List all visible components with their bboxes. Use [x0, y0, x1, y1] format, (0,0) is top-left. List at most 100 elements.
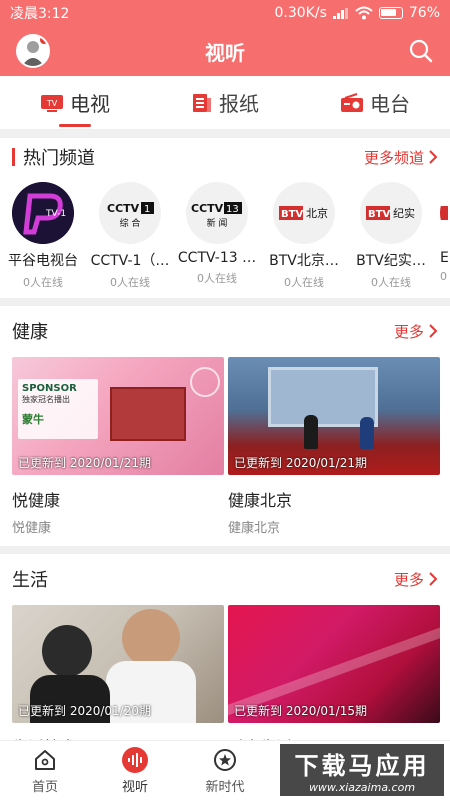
- battery-icon: [378, 7, 403, 19]
- divider: [0, 298, 450, 306]
- tab-tv-label: 电视: [70, 92, 110, 116]
- life-more-link[interactable]: 更多: [394, 569, 438, 590]
- nav-home-label: 首页: [31, 779, 58, 795]
- guest-figure: [360, 417, 374, 449]
- program-card[interactable]: 已更新到 2020/01/21期 健康北京 健康北京: [228, 357, 440, 536]
- tab-newspaper[interactable]: 报纸: [150, 76, 300, 129]
- more-label: 更多: [393, 570, 424, 589]
- btv-beijing-logo-icon: BTV 北京: [279, 206, 328, 220]
- nav-home[interactable]: 首页: [0, 741, 90, 800]
- channel-name: BTV北京…: [269, 253, 339, 269]
- avatar[interactable]: [16, 34, 50, 68]
- watermark-title: 下载马应用: [294, 752, 430, 780]
- program-card[interactable]: 已更新到 2020/01/15期: [228, 605, 440, 723]
- cctv1-logo-icon: CCTV 1 综 合: [107, 202, 154, 229]
- svg-text:TV: TV: [46, 99, 58, 108]
- svg-text:BTV: BTV: [368, 209, 390, 220]
- svg-text:CCTV: CCTV: [191, 202, 224, 215]
- chevron-right-icon: [429, 324, 438, 338]
- update-label: 已更新到 2020/01/21期: [234, 456, 367, 470]
- health-title: 健康: [12, 322, 48, 343]
- channel-name: CCTV-1（…: [90, 253, 170, 269]
- channel-online: 0人在线: [284, 276, 324, 289]
- channel-item[interactable]: BTV 北京 BTV北京… 0人在线: [261, 182, 347, 290]
- watermark: 下载马应用 www.xiazaima.com: [280, 744, 444, 796]
- status-bar: 凌晨3:12 0.30K/s 76%: [0, 0, 450, 26]
- watermark-url: www.xiazaima.com: [308, 781, 416, 794]
- life-header: 生活 更多: [0, 560, 450, 598]
- channel-item[interactable]: BTV 纪实 BTV纪实… 0人在线: [348, 182, 434, 290]
- tab-radio[interactable]: 电台: [300, 76, 450, 129]
- channel-name: CCTV-13 …: [177, 250, 257, 266]
- cctv13-logo-icon: CCTV 13 新 闻: [191, 202, 242, 229]
- channel-name: 平谷电视台: [8, 253, 78, 269]
- star-badge-icon: [214, 748, 236, 771]
- sponsor-subtext: 独家冠名播出: [22, 395, 70, 404]
- more-channels-label: 更多频道: [363, 148, 424, 167]
- channel-online: 0人在线: [371, 276, 411, 289]
- divider: [0, 130, 450, 138]
- program-name: 悦健康: [12, 491, 61, 510]
- status-time: 凌晨3:12: [10, 6, 70, 22]
- nav-new-era[interactable]: 新时代: [180, 741, 270, 800]
- program-thumbnail: 已更新到 2020/01/20期: [12, 605, 224, 723]
- nav-new-era-label: 新时代: [205, 779, 245, 795]
- channel-name: E: [440, 250, 449, 266]
- media-tabs: TV 电视 报纸 电台: [0, 76, 450, 130]
- tab-newspaper-label: 报纸: [219, 92, 259, 116]
- more-channels-link[interactable]: 更多频道: [364, 147, 438, 168]
- svg-text:新 闻: 新 闻: [207, 217, 228, 229]
- nav-media[interactable]: 视听: [90, 741, 180, 800]
- wifi-icon: [355, 6, 373, 20]
- svg-text:CCTV: CCTV: [107, 202, 140, 215]
- ptv-logo-icon: TV-1: [12, 182, 74, 244]
- person-head: [122, 609, 180, 667]
- channel-online: 0: [440, 270, 447, 283]
- home-icon: [35, 749, 55, 770]
- brand-text: 蒙牛: [22, 413, 44, 426]
- channel-logo: BTV 北京: [273, 182, 335, 244]
- channel-item[interactable]: CCTV 13 新 闻 CCTV-13 … 0人在线: [174, 182, 260, 286]
- life-title: 生活: [12, 570, 48, 591]
- program-thumbnail: 已更新到 2020/01/15期: [228, 605, 440, 723]
- tab-radio-label: 电台: [370, 92, 410, 116]
- channel-name: BTV纪实…: [356, 253, 426, 269]
- svg-text:综 合: 综 合: [120, 217, 141, 229]
- channel-logo: CCTV 13 新 闻: [186, 182, 248, 244]
- host-figure: [304, 415, 318, 449]
- program-card[interactable]: SPONSOR 独家冠名播出 蒙牛 已更新到 2020/01/21期 悦健康 悦…: [12, 357, 224, 536]
- program-card[interactable]: 已更新到 2020/01/20期: [12, 605, 224, 723]
- audio-wave-icon: [128, 752, 142, 767]
- hot-channels-header: 热门频道 更多频道: [0, 138, 450, 176]
- svg-text:1: 1: [144, 204, 150, 215]
- program-name: 健康北京: [228, 491, 293, 510]
- bubble-decoration: [190, 367, 220, 397]
- signal-icon: [332, 7, 349, 19]
- person-hair: [42, 625, 92, 677]
- more-label: 更多: [393, 322, 424, 341]
- search-icon[interactable]: [408, 38, 434, 64]
- channel-logo: TV-1: [12, 182, 74, 244]
- battery-level: 76%: [408, 5, 440, 21]
- app-header: 视听: [0, 26, 450, 76]
- channel-item[interactable]: TV-1 平谷电视台 0人在线: [0, 182, 86, 290]
- sponsor-text: SPONSOR: [22, 383, 77, 394]
- channel-item[interactable]: E 0: [440, 182, 450, 283]
- tab-tv[interactable]: TV 电视: [0, 76, 150, 129]
- channel-online: 0人在线: [197, 272, 237, 285]
- svg-text:北京: 北京: [306, 206, 328, 220]
- channel-logo: CCTV 1 综 合: [99, 182, 161, 244]
- channel-online: 0人在线: [110, 276, 150, 289]
- btv-documentary-logo-icon: BTV 纪实: [366, 206, 415, 220]
- svg-text:13: 13: [226, 204, 239, 215]
- svg-text:TV-1: TV-1: [45, 209, 66, 219]
- health-more-link[interactable]: 更多: [394, 321, 438, 342]
- channel-item[interactable]: CCTV 1 综 合 CCTV-1（… 0人在线: [87, 182, 173, 290]
- video-screen: [110, 387, 186, 441]
- svg-text:BTV: BTV: [281, 209, 303, 220]
- section-marker: [12, 148, 15, 166]
- sponsor-board: SPONSOR 独家冠名播出 蒙牛: [18, 379, 98, 439]
- notification-dot: [39, 36, 48, 45]
- divider: [0, 546, 450, 554]
- radio-icon: [341, 92, 363, 112]
